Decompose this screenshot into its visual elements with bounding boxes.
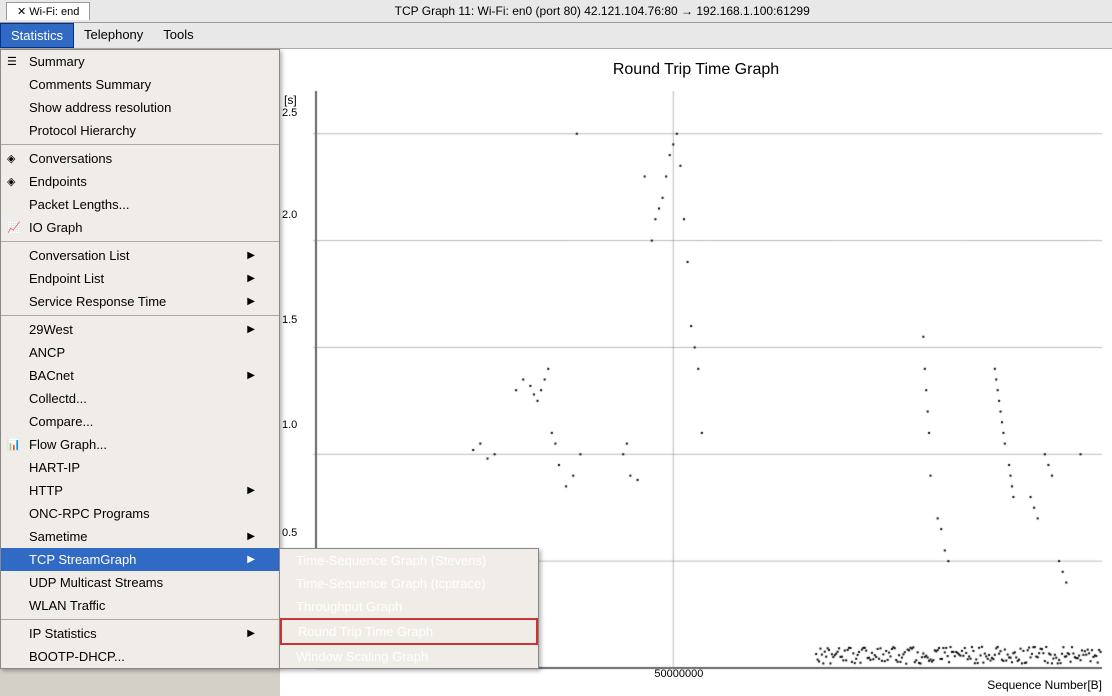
menu-statistics[interactable]: Statistics	[0, 23, 74, 48]
arrow-icon: ▶	[247, 250, 255, 261]
menu-item-wlan-traffic[interactable]: WLAN Traffic	[1, 594, 279, 617]
submenu-time-sequence-tcptrace[interactable]: Time-Sequence Graph (tcptrace)	[280, 572, 538, 595]
conversations-icon: ◈	[7, 152, 15, 165]
menu-item-onc-rpc[interactable]: ONC-RPC Programs	[1, 502, 279, 525]
arrow-icon: ▶	[247, 324, 255, 335]
content-area: ☰ Summary Comments Summary Show address …	[0, 49, 1112, 696]
menu-item-summary[interactable]: ☰ Summary	[1, 50, 279, 73]
summary-icon: ☰	[7, 55, 17, 68]
menu-item-http[interactable]: HTTP ▶	[1, 479, 279, 502]
tab-close-icon[interactable]: ✕	[17, 6, 26, 18]
tab[interactable]: ✕ Wi-Fi: end	[6, 2, 90, 20]
menu-item-show-address[interactable]: Show address resolution	[1, 96, 279, 119]
menu-item-conversations[interactable]: ◈ Conversations	[1, 147, 279, 170]
menu-item-udp-multicast[interactable]: UDP Multicast Streams	[1, 571, 279, 594]
menu-item-endpoint-list[interactable]: Endpoint List ▶	[1, 267, 279, 290]
arrow-icon: ▶	[247, 531, 255, 542]
statistics-dropdown: ☰ Summary Comments Summary Show address …	[0, 49, 280, 669]
arrow-icon: ▶	[247, 370, 255, 381]
menu-item-compare[interactable]: Compare...	[1, 410, 279, 433]
submenu-window-scaling[interactable]: Window Scaling Graph	[280, 645, 538, 668]
title-bar: ✕ Wi-Fi: end TCP Graph 11: Wi-Fi: en0 (p…	[0, 0, 1112, 23]
menu-item-conversation-list[interactable]: Conversation List ▶	[1, 244, 279, 267]
menu-item-io-graph[interactable]: 📈 IO Graph	[1, 216, 279, 239]
menu-tools[interactable]: Tools	[153, 23, 203, 48]
arrow-icon: ▶	[247, 273, 255, 284]
endpoints-icon: ◈	[7, 175, 15, 188]
submenu-time-sequence-stevens[interactable]: Time-Sequence Graph (Stevens)	[280, 549, 538, 572]
io-graph-icon: 📈	[7, 221, 21, 234]
menu-item-hart-ip[interactable]: HART-IP	[1, 456, 279, 479]
menu-item-service-response-time[interactable]: Service Response Time ▶	[1, 290, 279, 313]
menu-item-comments-summary[interactable]: Comments Summary	[1, 73, 279, 96]
menu-item-bootp-dhcp[interactable]: BOOTP-DHCP...	[1, 645, 279, 668]
submenu-round-trip-time[interactable]: Round Trip Time Graph	[280, 618, 538, 645]
menu-item-bacnet[interactable]: BACnet ▶	[1, 364, 279, 387]
menu-item-endpoints[interactable]: ◈ Endpoints	[1, 170, 279, 193]
menu-item-collectd[interactable]: Collectd...	[1, 387, 279, 410]
menu-item-tcp-streamgraph[interactable]: TCP StreamGraph ▶ Time-Sequence Graph (S…	[1, 548, 279, 571]
menu-telephony[interactable]: Telephony	[74, 23, 153, 48]
submenu-throughput-graph[interactable]: Throughput Graph	[280, 595, 538, 618]
menu-item-ip-statistics[interactable]: IP Statistics ▶	[1, 622, 279, 645]
arrow-icon: ▶	[247, 554, 255, 565]
window-title: TCP Graph 11: Wi-Fi: en0 (port 80) 42.12…	[98, 4, 1106, 18]
menu-item-flow-graph[interactable]: 📊 Flow Graph...	[1, 433, 279, 456]
menu-item-packet-lengths[interactable]: Packet Lengths...	[1, 193, 279, 216]
arrow-icon: ▶	[247, 628, 255, 639]
menu-item-sametime[interactable]: Sametime ▶	[1, 525, 279, 548]
menu-bar: Statistics Telephony Tools	[0, 23, 1112, 49]
menu-item-29west[interactable]: 29West ▶	[1, 318, 279, 341]
menu-item-protocol-hierarchy[interactable]: Protocol Hierarchy	[1, 119, 279, 142]
tab-label: Wi-Fi: end	[29, 6, 79, 18]
tcp-streamgraph-submenu: Time-Sequence Graph (Stevens) Time-Seque…	[279, 548, 539, 669]
flow-graph-icon: 📊	[7, 438, 21, 451]
arrow-icon: ▶	[247, 296, 255, 307]
menu-item-ancp[interactable]: ANCP	[1, 341, 279, 364]
arrow-icon: ▶	[247, 485, 255, 496]
